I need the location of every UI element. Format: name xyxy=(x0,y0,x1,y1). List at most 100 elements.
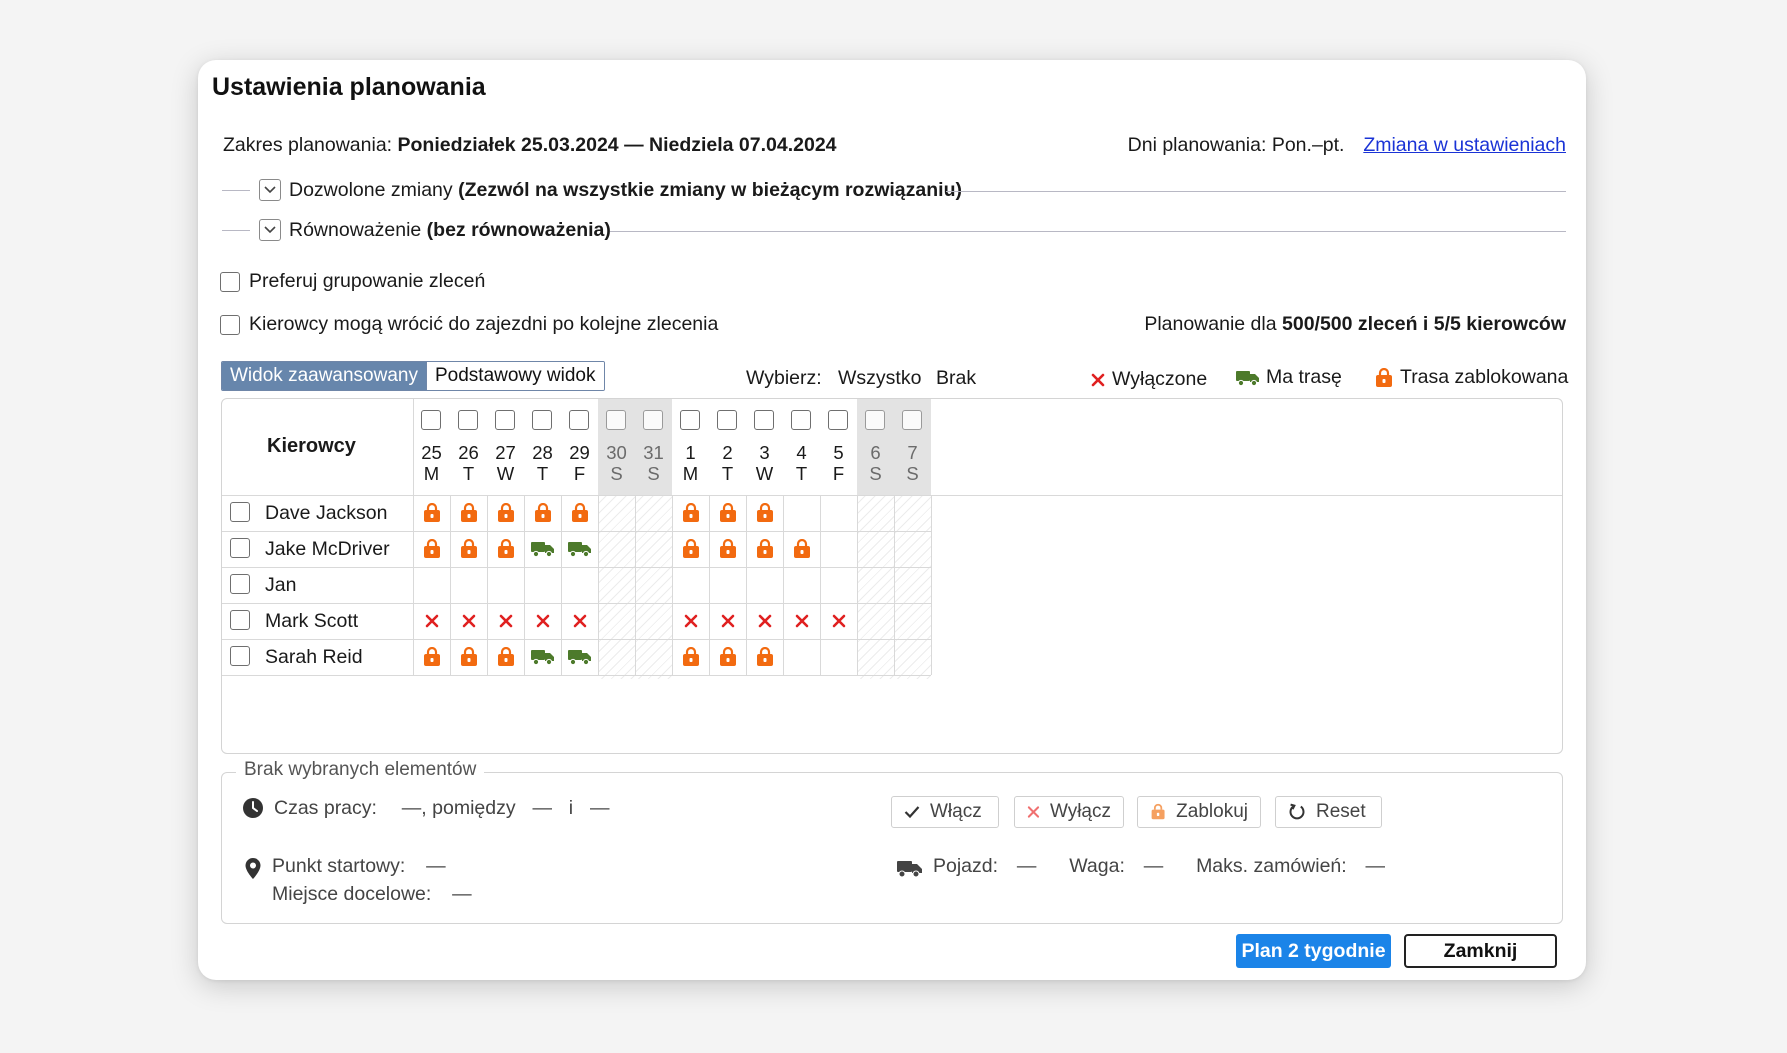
group-orders-option[interactable]: Preferuj grupowanie zleceń xyxy=(220,270,485,293)
day-cell[interactable] xyxy=(561,531,598,567)
day-cell[interactable] xyxy=(487,567,524,603)
balancing-expand-toggle[interactable] xyxy=(259,219,281,241)
day-cell[interactable] xyxy=(672,603,709,639)
day-cell[interactable] xyxy=(413,495,450,531)
driver-select-checkbox[interactable] xyxy=(230,646,250,666)
select-none-link[interactable]: Brak xyxy=(936,367,976,390)
enable-button[interactable]: Włącz xyxy=(891,796,999,828)
day-cell[interactable] xyxy=(524,639,561,675)
day-cell[interactable] xyxy=(820,531,857,567)
allowed-changes-section[interactable]: Dozwolone zmiany (Zezwól na wszystkie zm… xyxy=(289,179,962,202)
return-depot-option[interactable]: Kierowcy mogą wrócić do zajezdni po kole… xyxy=(220,313,718,336)
day-cell[interactable] xyxy=(672,495,709,531)
day-cell[interactable] xyxy=(487,603,524,639)
day-cell[interactable] xyxy=(413,567,450,603)
day-cell[interactable] xyxy=(450,639,487,675)
advanced-view-tab[interactable]: Widok zaawansowany xyxy=(222,362,426,390)
day-cell[interactable] xyxy=(598,603,635,639)
day-cell[interactable] xyxy=(857,639,894,675)
basic-view-tab[interactable]: Podstawowy widok xyxy=(425,362,604,390)
driver-select-checkbox[interactable] xyxy=(230,610,250,630)
day-cell[interactable] xyxy=(598,639,635,675)
day-select-checkbox[interactable] xyxy=(458,410,478,430)
group-orders-checkbox[interactable] xyxy=(220,271,240,292)
day-cell[interactable] xyxy=(487,531,524,567)
balancing-section[interactable]: Równoważenie (bez równoważenia) xyxy=(289,219,611,242)
driver-select-checkbox[interactable] xyxy=(230,502,250,522)
day-cell[interactable] xyxy=(635,531,672,567)
driver-select-checkbox[interactable] xyxy=(230,574,250,594)
day-select-checkbox[interactable] xyxy=(865,410,885,430)
day-cell[interactable] xyxy=(783,531,820,567)
day-cell[interactable] xyxy=(820,567,857,603)
day-cell[interactable] xyxy=(709,495,746,531)
day-select-checkbox[interactable] xyxy=(791,410,811,430)
day-cell[interactable] xyxy=(672,639,709,675)
day-cell[interactable] xyxy=(598,495,635,531)
day-cell[interactable] xyxy=(450,603,487,639)
lock-button[interactable]: Zablokuj xyxy=(1137,796,1261,828)
day-cell[interactable] xyxy=(820,639,857,675)
day-cell[interactable] xyxy=(524,495,561,531)
day-select-checkbox[interactable] xyxy=(754,410,774,430)
reset-button[interactable]: Reset xyxy=(1275,796,1382,828)
day-select-checkbox[interactable] xyxy=(532,410,552,430)
day-cell[interactable] xyxy=(783,603,820,639)
day-select-checkbox[interactable] xyxy=(828,410,848,430)
disable-button[interactable]: Wyłącz xyxy=(1014,796,1124,828)
close-button[interactable]: Zamknij xyxy=(1404,934,1557,968)
day-cell[interactable] xyxy=(820,495,857,531)
settings-link[interactable]: Zmiana w ustawieniach xyxy=(1363,134,1566,156)
day-cell[interactable] xyxy=(487,639,524,675)
day-select-checkbox[interactable] xyxy=(680,410,700,430)
day-cell[interactable] xyxy=(487,495,524,531)
day-cell[interactable] xyxy=(635,603,672,639)
day-cell[interactable] xyxy=(635,639,672,675)
day-cell[interactable] xyxy=(413,639,450,675)
plan-two-weeks-button[interactable]: Plan 2 tygodnie xyxy=(1236,934,1391,968)
day-cell[interactable] xyxy=(561,495,598,531)
day-cell[interactable] xyxy=(561,603,598,639)
day-cell[interactable] xyxy=(672,531,709,567)
day-cell[interactable] xyxy=(894,567,931,603)
select-all-link[interactable]: Wszystko xyxy=(838,367,921,390)
day-cell[interactable] xyxy=(635,495,672,531)
day-cell[interactable] xyxy=(894,495,931,531)
day-cell[interactable] xyxy=(894,639,931,675)
day-cell[interactable] xyxy=(450,495,487,531)
day-cell[interactable] xyxy=(746,639,783,675)
day-cell[interactable] xyxy=(857,567,894,603)
day-cell[interactable] xyxy=(783,567,820,603)
day-cell[interactable] xyxy=(709,531,746,567)
day-select-checkbox[interactable] xyxy=(421,410,441,430)
day-cell[interactable] xyxy=(709,639,746,675)
day-cell[interactable] xyxy=(746,495,783,531)
day-cell[interactable] xyxy=(598,567,635,603)
day-cell[interactable] xyxy=(672,567,709,603)
day-cell[interactable] xyxy=(450,531,487,567)
day-cell[interactable] xyxy=(746,531,783,567)
day-cell[interactable] xyxy=(450,567,487,603)
day-cell[interactable] xyxy=(561,639,598,675)
day-cell[interactable] xyxy=(413,603,450,639)
day-cell[interactable] xyxy=(709,567,746,603)
day-cell[interactable] xyxy=(524,567,561,603)
driver-row[interactable]: Jake McDriver xyxy=(222,531,437,567)
day-select-checkbox[interactable] xyxy=(717,410,737,430)
day-cell[interactable] xyxy=(857,495,894,531)
day-cell[interactable] xyxy=(857,603,894,639)
day-cell[interactable] xyxy=(709,603,746,639)
day-cell[interactable] xyxy=(783,639,820,675)
day-cell[interactable] xyxy=(561,567,598,603)
driver-row[interactable]: Mark Scott xyxy=(222,603,437,639)
day-select-checkbox[interactable] xyxy=(643,410,663,430)
changes-expand-toggle[interactable] xyxy=(259,179,281,201)
day-select-checkbox[interactable] xyxy=(902,410,922,430)
day-select-checkbox[interactable] xyxy=(495,410,515,430)
day-cell[interactable] xyxy=(635,567,672,603)
driver-select-checkbox[interactable] xyxy=(230,538,250,558)
return-depot-checkbox[interactable] xyxy=(220,314,240,335)
day-cell[interactable] xyxy=(746,603,783,639)
driver-row[interactable]: Jan xyxy=(222,567,437,603)
day-cell[interactable] xyxy=(857,531,894,567)
